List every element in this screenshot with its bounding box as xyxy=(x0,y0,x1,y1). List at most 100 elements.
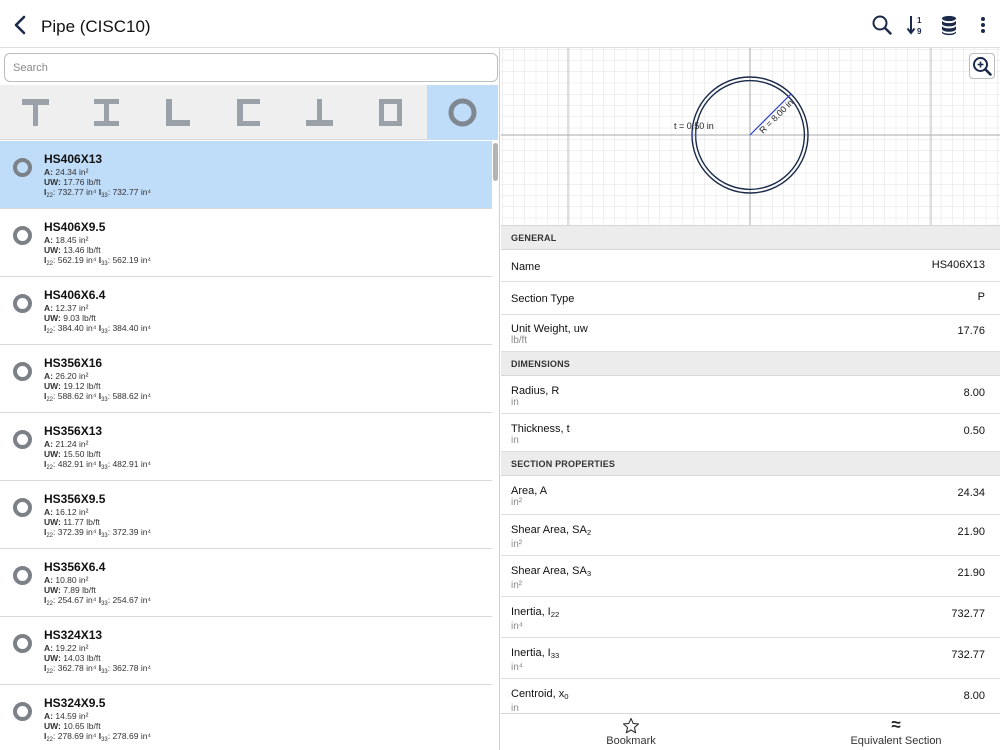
area-line: A: 21.24 in² xyxy=(44,439,89,449)
area-line: A: 10.80 in² xyxy=(44,575,89,585)
area-line: A: 16.12 in² xyxy=(44,507,89,517)
approx-equal-icon: ≈ xyxy=(891,715,901,734)
unit-weight-line: UW: 19.12 lb/ft xyxy=(44,381,101,391)
back-button[interactable] xyxy=(10,14,32,36)
bookmark-button[interactable]: Bookmark xyxy=(581,714,681,750)
inertia-22-unit: in⁴ xyxy=(511,621,524,632)
pipe-ring-icon xyxy=(13,294,32,313)
equivalent-section-button[interactable]: ≈ Equivalent Section xyxy=(841,714,951,750)
angle-shape-icon xyxy=(166,99,190,126)
inertia-line: I22: 254.67 in⁴ I33: 254.67 in⁴ xyxy=(44,595,152,607)
sort-button[interactable]: 1 9 xyxy=(906,14,928,36)
properties-table: GENERAL Name HS406X13 Section Type P Uni… xyxy=(501,225,1000,713)
shape-inverted-tee-button[interactable] xyxy=(284,85,355,140)
area-line: A: 18.45 in² xyxy=(44,235,89,245)
pipe-ring-icon xyxy=(13,498,32,517)
area-line: A: 14.59 in² xyxy=(44,711,89,721)
list-item[interactable]: HS406X13 A: 24.34 in² UW: 17.76 lb/ft I2… xyxy=(0,141,492,209)
svg-text:9: 9 xyxy=(917,27,922,36)
inertia-line: I22: 588.62 in⁴ I33: 588.62 in⁴ xyxy=(44,391,152,403)
unit-weight-line: UW: 7.89 lb/ft xyxy=(44,585,96,595)
shape-tube-button[interactable] xyxy=(355,85,426,140)
centroid-unit: in xyxy=(511,703,519,713)
list-item[interactable]: HS356X9.5 A: 16.12 in² UW: 11.77 lb/ft I… xyxy=(0,481,492,549)
svg-text:1: 1 xyxy=(917,16,922,25)
thickness-unit: in xyxy=(511,435,519,446)
unit-weight-line: UW: 9.03 lb/ft xyxy=(44,313,96,323)
unit-weight-line: UW: 13.46 lb/ft xyxy=(44,245,101,255)
name-row: Name HS406X13 xyxy=(501,250,1000,282)
unit-weight-line: UW: 10.65 lb/ft xyxy=(44,721,101,731)
star-outline-icon xyxy=(622,717,640,734)
top-bar: Pipe (CISC10) 1 9 xyxy=(0,0,1000,48)
list-item[interactable]: HS356X16 A: 26.20 in² UW: 19.12 lb/ft I2… xyxy=(0,345,492,413)
shape-channel-button[interactable] xyxy=(213,85,284,140)
section-name: HS406X9.5 xyxy=(44,220,106,234)
radius-unit: in xyxy=(511,397,519,408)
list-item[interactable]: HS356X13 A: 21.24 in² UW: 15.50 lb/ft I2… xyxy=(0,413,492,481)
list-scrollbar[interactable] xyxy=(493,143,498,181)
magnifier-icon xyxy=(872,15,892,35)
list-item[interactable]: HS324X13 A: 19.22 in² UW: 14.03 lb/ft I2… xyxy=(0,617,492,685)
shear-area-3-label: Shear Area, SA3 xyxy=(511,565,592,578)
list-item[interactable]: HS324X9.5 A: 14.59 in² UW: 10.65 lb/ft I… xyxy=(0,685,492,750)
search-box xyxy=(4,53,498,82)
bottom-toolbar: Bookmark ≈ Equivalent Section xyxy=(501,713,1000,750)
page-title: Pipe (CISC10) xyxy=(41,17,151,36)
radius-value: 8.00 xyxy=(963,387,985,399)
app-window: Pipe (CISC10) 1 9 Search HS406X13 A: 24.… xyxy=(0,0,1000,750)
search-button[interactable] xyxy=(871,14,893,36)
centroid-value: 8.00 xyxy=(963,690,985,702)
pipe-ring-icon xyxy=(13,430,32,449)
unit-weight-label: Unit Weight, uw xyxy=(511,323,588,335)
area-line: A: 12.37 in² xyxy=(44,303,89,313)
zoom-drawing-button[interactable] xyxy=(969,53,995,79)
list-item[interactable]: HS406X6.4 A: 12.37 in² UW: 9.03 lb/ft I2… xyxy=(0,277,492,345)
unit-weight-row: Unit Weight, uw lb/ft 17.76 xyxy=(501,315,1000,352)
section-type-label: Section Type xyxy=(511,293,575,305)
pipe-ring-icon xyxy=(13,158,32,177)
list-item[interactable]: HS356X6.4 A: 10.80 in² UW: 7.89 lb/ft I2… xyxy=(0,549,492,617)
shape-pipe-button[interactable] xyxy=(427,85,498,140)
sort-numeric-icon: 1 9 xyxy=(906,16,922,36)
more-options-button[interactable] xyxy=(973,14,993,36)
more-vertical-icon xyxy=(981,17,985,33)
shape-i-beam-button[interactable] xyxy=(71,85,142,140)
database-button[interactable] xyxy=(938,14,960,36)
thickness-value: 0.50 xyxy=(963,425,985,437)
area-unit: in² xyxy=(511,497,523,508)
centroid-label: Centroid, x0 xyxy=(511,688,569,701)
inertia-33-label: Inertia, I33 xyxy=(511,647,560,660)
area-row: Area, A in² 24.34 xyxy=(501,476,1000,515)
chevron-left-icon xyxy=(14,15,26,35)
section-name: HS356X9.5 xyxy=(44,492,106,506)
inertia-line: I22: 732.77 in⁴ I33: 732.77 in⁴ xyxy=(44,187,152,199)
list-item[interactable]: HS406X9.5 A: 18.45 in² UW: 13.46 lb/ft I… xyxy=(0,209,492,277)
tee-shape-icon xyxy=(22,99,49,126)
search-input[interactable] xyxy=(4,53,498,82)
unit-weight-line: UW: 11.77 lb/ft xyxy=(44,517,100,527)
inertia-line: I22: 372.39 in⁴ I33: 372.39 in⁴ xyxy=(44,527,152,539)
database-icon xyxy=(942,15,956,36)
area-line: A: 19.22 in² xyxy=(44,643,89,653)
inertia-22-row: Inertia, I22 in⁴ 732.77 xyxy=(501,597,1000,638)
unit-weight-line: UW: 15.50 lb/ft xyxy=(44,449,101,459)
section-name: HS356X16 xyxy=(44,356,103,370)
inertia-22-label: Inertia, I22 xyxy=(511,606,560,619)
thickness-label: Thickness, t xyxy=(511,423,570,435)
inertia-line: I22: 562.19 in⁴ I33: 562.19 in⁴ xyxy=(44,255,152,267)
shape-angle-button[interactable] xyxy=(142,85,213,140)
channel-shape-icon xyxy=(237,99,260,126)
shape-type-selector xyxy=(0,85,498,140)
square-tube-shape-icon xyxy=(379,99,402,126)
inverted-tee-shape-icon xyxy=(306,99,333,126)
thickness-label: t = 0.50 in xyxy=(674,121,714,131)
radius-label: Radius, R xyxy=(511,385,560,397)
section-name: HS356X6.4 xyxy=(44,560,106,574)
inertia-33-row: Inertia, I33 in⁴ 732.77 xyxy=(501,638,1000,679)
i-beam-shape-icon xyxy=(94,99,119,126)
section-name: HS324X9.5 xyxy=(44,696,106,710)
pipe-ring-icon xyxy=(13,362,32,381)
section-list: HS406X13 A: 24.34 in² UW: 17.76 lb/ft I2… xyxy=(0,141,492,750)
shape-tee-button[interactable] xyxy=(0,85,71,140)
